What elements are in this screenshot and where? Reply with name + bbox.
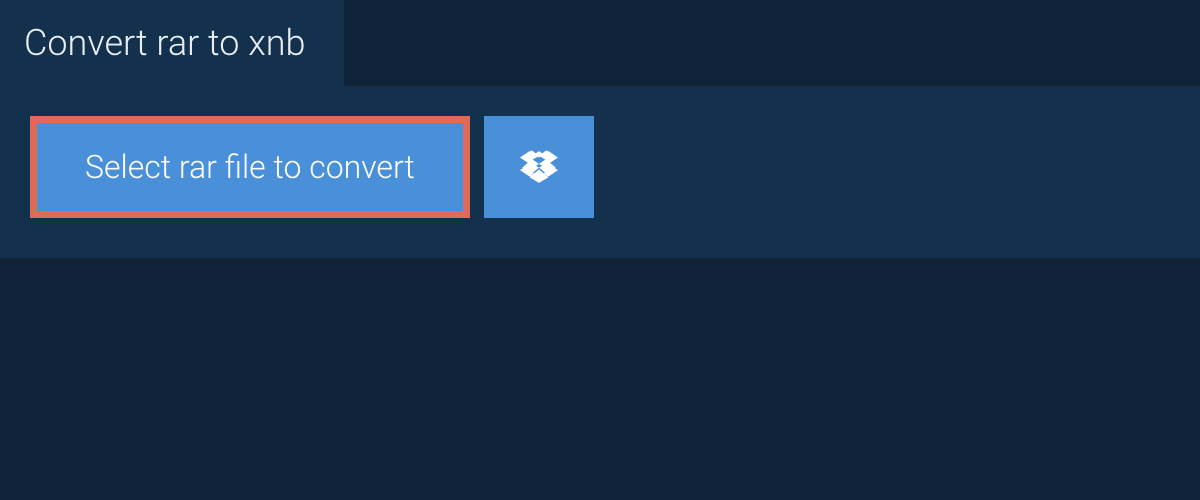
dropbox-icon (520, 148, 558, 186)
button-row: Select rar file to convert (30, 116, 1170, 218)
tab-title: Convert rar to xnb (24, 22, 306, 64)
select-file-label: Select rar file to convert (85, 148, 415, 186)
dropbox-button[interactable] (484, 116, 594, 218)
tab-bar: Convert rar to xnb (0, 0, 1200, 86)
convert-panel: Select rar file to convert (0, 86, 1200, 258)
tab-convert[interactable]: Convert rar to xnb (0, 0, 344, 86)
select-file-button[interactable]: Select rar file to convert (30, 116, 470, 218)
